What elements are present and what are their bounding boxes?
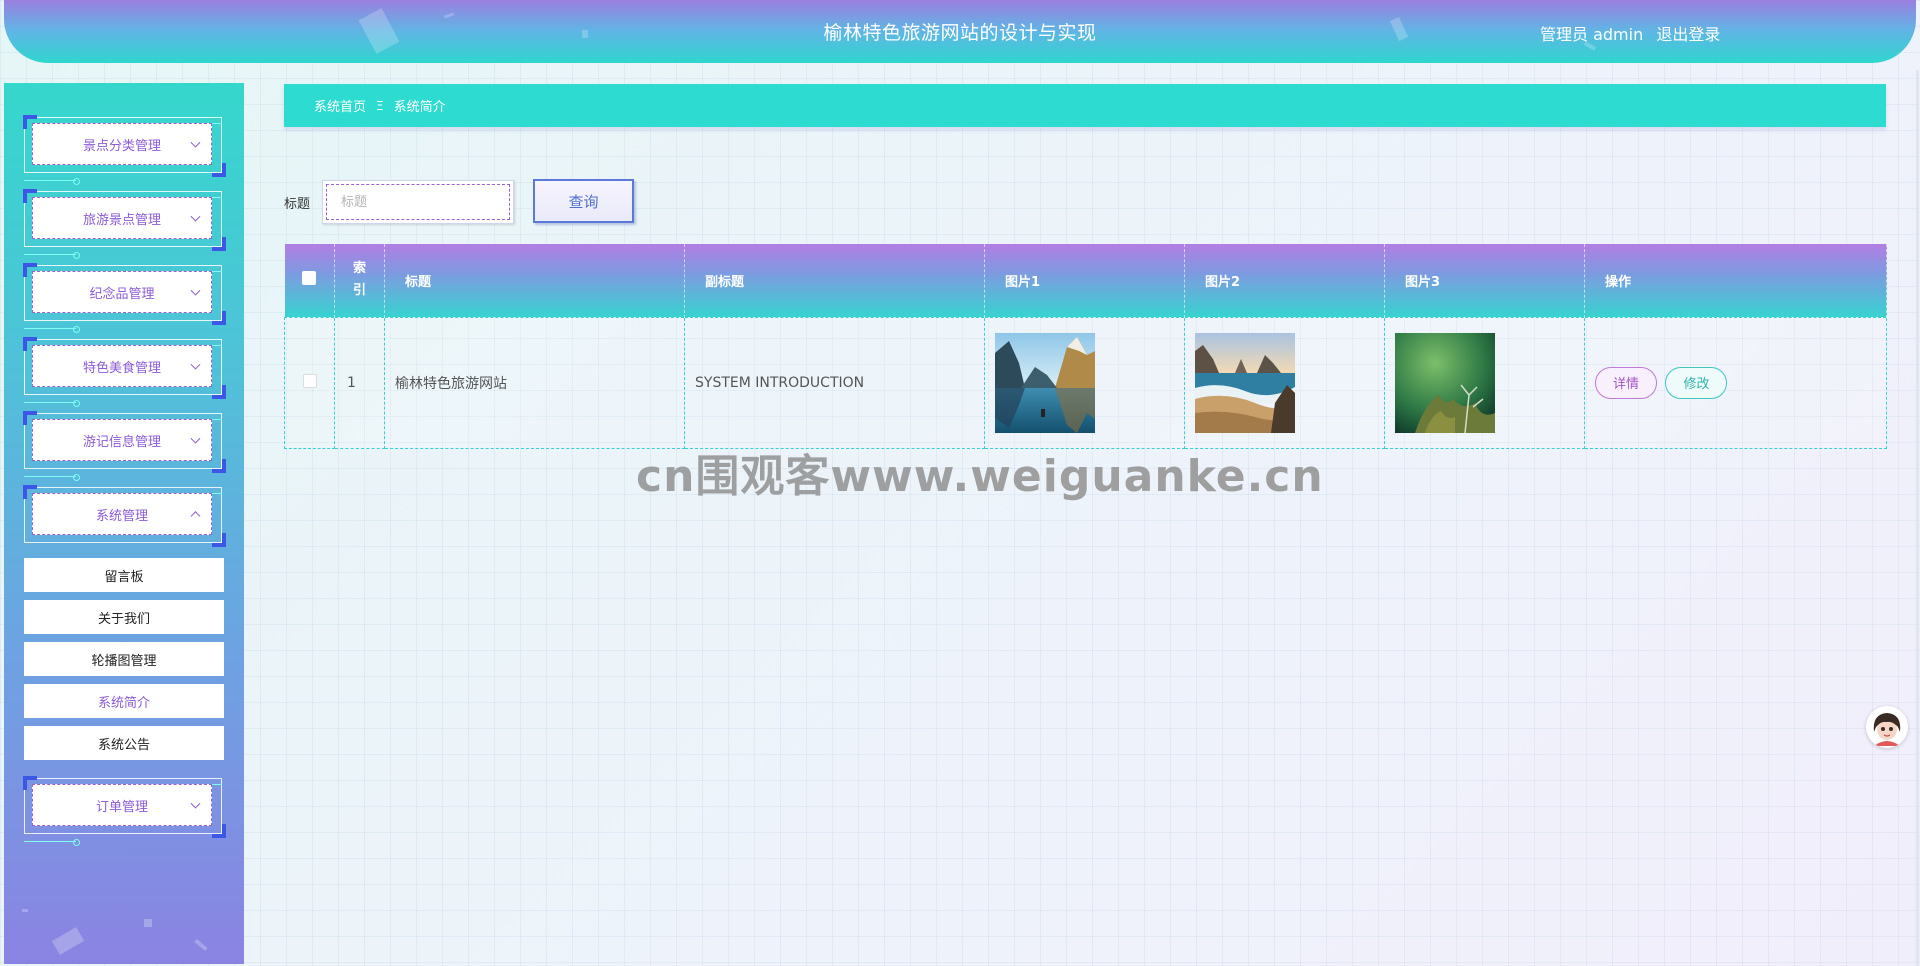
chevron-down-icon: [190, 359, 201, 370]
sidebar-group-button[interactable]: 特色美食管理: [32, 345, 212, 387]
column-header-subtitle: 副标题: [684, 244, 985, 317]
mountain-lake-photo: [995, 332, 1095, 433]
search-field-frame: [322, 180, 514, 224]
submenu-item-about-us[interactable]: 关于我们: [24, 600, 224, 634]
sidebar-group-label: 纪念品管理: [89, 286, 155, 302]
table-row: 1 榆林特色旅游网站 SYSTEM INTRODUCTION 详情 修改: [284, 316, 1887, 449]
breadcrumb-separator-icon: Ξ: [376, 98, 384, 113]
detail-button[interactable]: 详情: [1595, 366, 1657, 399]
sidebar-group-scenic-category[interactable]: 景点分类管理: [23, 115, 226, 185]
green-plant-photo: [1395, 332, 1495, 433]
coastal-sea-photo: [1195, 332, 1295, 433]
chevron-down-icon: [190, 798, 201, 809]
breadcrumb: 系统首页 Ξ 系统简介: [284, 84, 1886, 127]
sidebar-decoration: [144, 919, 152, 927]
sidebar-group-souvenirs[interactable]: 纪念品管理: [23, 263, 226, 333]
row-subtitle: SYSTEM INTRODUCTION: [684, 316, 985, 449]
select-all-header: [284, 244, 335, 317]
breadcrumb-current: 系统简介: [393, 100, 446, 115]
row-checkbox[interactable]: [302, 373, 317, 388]
column-header-image3: 图片3: [1384, 244, 1585, 317]
sidebar-group-travel-notes[interactable]: 游记信息管理: [23, 411, 226, 481]
assistant-avatar-icon[interactable]: [1866, 706, 1908, 748]
search-input[interactable]: [326, 184, 510, 220]
sidebar: 景点分类管理 旅游景点管理 纪念品管理 特色美食管理 游记信息管理 系统管理 留…: [4, 83, 244, 964]
row-title: 榆林特色旅游网站: [384, 316, 685, 449]
sidebar-group-orders[interactable]: 订单管理: [23, 776, 226, 846]
sidebar-group-label: 景点分类管理: [82, 138, 161, 154]
data-table: 索引 标题 副标题 图片1 图片2 图片3 操作 1 榆林特色旅游网站 SYST…: [284, 244, 1887, 449]
logout-link[interactable]: 退出登录: [1656, 25, 1720, 44]
submenu-item-carousel[interactable]: 轮播图管理: [24, 642, 224, 676]
row-image3-cell: [1384, 316, 1585, 449]
sidebar-decoration: [22, 909, 28, 912]
sidebar-group-system[interactable]: 系统管理: [23, 485, 226, 547]
chevron-down-icon: [190, 137, 201, 148]
sidebar-group-button[interactable]: 游记信息管理: [32, 419, 212, 461]
sidebar-group-button[interactable]: 订单管理: [32, 784, 212, 826]
column-header-title: 标题: [384, 244, 685, 317]
watermark: cn围观客www.weiguanke.cn: [636, 451, 1324, 502]
sidebar-group-button[interactable]: 旅游景点管理: [32, 197, 212, 239]
row-actions-cell: 详情 修改: [1584, 316, 1887, 449]
sidebar-group-button[interactable]: 纪念品管理: [32, 271, 212, 313]
breadcrumb-home[interactable]: 系统首页: [314, 96, 366, 115]
edit-button[interactable]: 修改: [1665, 366, 1728, 399]
column-header-image1: 图片1: [984, 244, 1185, 317]
sidebar-group-label: 系统管理: [95, 508, 148, 524]
row-image1-cell: [984, 316, 1185, 449]
search-label: 标题: [284, 197, 311, 212]
top-header: 榆林特色旅游网站的设计与实现 管理员 admin 退出登录: [4, 0, 1916, 63]
row-index: 1: [334, 316, 385, 449]
sidebar-group-food[interactable]: 特色美食管理: [23, 337, 226, 407]
search-button[interactable]: 查询: [533, 179, 634, 223]
submenu-item-system-intro[interactable]: 系统简介: [24, 684, 224, 718]
select-all-checkbox[interactable]: [302, 271, 317, 286]
sidebar-group-button[interactable]: 系统管理: [32, 493, 212, 535]
sidebar-group-label: 游记信息管理: [82, 434, 161, 450]
table-header-row: 索引 标题 副标题 图片1 图片2 图片3 操作: [284, 244, 1887, 317]
column-header-actions: 操作: [1584, 244, 1887, 317]
sidebar-group-label: 旅游景点管理: [82, 212, 161, 228]
user-label: 管理员 admin: [1540, 25, 1644, 44]
sidebar-decoration: [194, 938, 208, 952]
page-right-border: [1916, 70, 1919, 966]
chevron-down-icon: [190, 211, 201, 222]
row-image2-cell: [1184, 316, 1385, 449]
sidebar-group-button[interactable]: 景点分类管理: [32, 123, 212, 165]
sidebar-decoration: [51, 927, 85, 955]
row-select-cell: [284, 316, 335, 449]
column-header-index: 索引: [334, 244, 385, 317]
chevron-down-icon: [190, 433, 201, 444]
submenu-item-announcement[interactable]: 系统公告: [24, 726, 224, 760]
chevron-up-icon: [190, 511, 201, 522]
chevron-down-icon: [190, 285, 201, 296]
user-area: 管理员 admin 退出登录: [1540, 21, 1728, 45]
sidebar-group-label: 特色美食管理: [82, 360, 161, 376]
submenu-item-message-board[interactable]: 留言板: [24, 558, 224, 592]
column-header-image2: 图片2: [1184, 244, 1385, 317]
sidebar-group-scenic-spots[interactable]: 旅游景点管理: [23, 189, 226, 259]
sidebar-group-label: 订单管理: [95, 799, 148, 815]
